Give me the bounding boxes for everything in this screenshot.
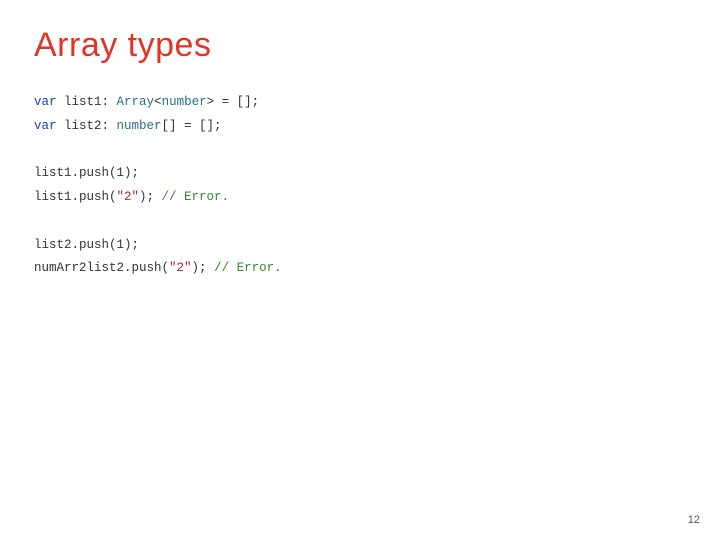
keyword: var — [34, 95, 57, 109]
code-line-1: var list1: Array<number> = []; — [34, 95, 259, 109]
type: Array — [117, 95, 155, 109]
type: number — [162, 95, 207, 109]
text: > = []; — [207, 95, 260, 109]
comment: // Error. — [214, 261, 282, 275]
keyword: var — [34, 119, 57, 133]
page-number: 12 — [688, 514, 700, 526]
slide: Array types var list1: Array<number> = [… — [0, 0, 720, 540]
code-line-7: list2.push(1); — [34, 238, 139, 252]
text: < — [154, 95, 162, 109]
text: numArr2list2.push( — [34, 261, 169, 275]
type: number — [117, 119, 162, 133]
comment: // Error. — [162, 190, 230, 204]
text: [] = []; — [162, 119, 222, 133]
code-line-2: var list2: number[] = []; — [34, 119, 222, 133]
code-line-5: list1.push("2"); // Error. — [34, 190, 229, 204]
code-line-8: numArr2list2.push("2"); // Error. — [34, 261, 282, 275]
string: "2" — [117, 190, 140, 204]
string: "2" — [169, 261, 192, 275]
text: list1: — [57, 95, 117, 109]
text: ); — [139, 190, 162, 204]
text: list1.push( — [34, 190, 117, 204]
code-block: var list1: Array<number> = []; var list2… — [34, 91, 686, 281]
text: list2: — [57, 119, 117, 133]
slide-title: Array types — [34, 26, 686, 65]
text: ); — [192, 261, 215, 275]
code-line-4: list1.push(1); — [34, 166, 139, 180]
